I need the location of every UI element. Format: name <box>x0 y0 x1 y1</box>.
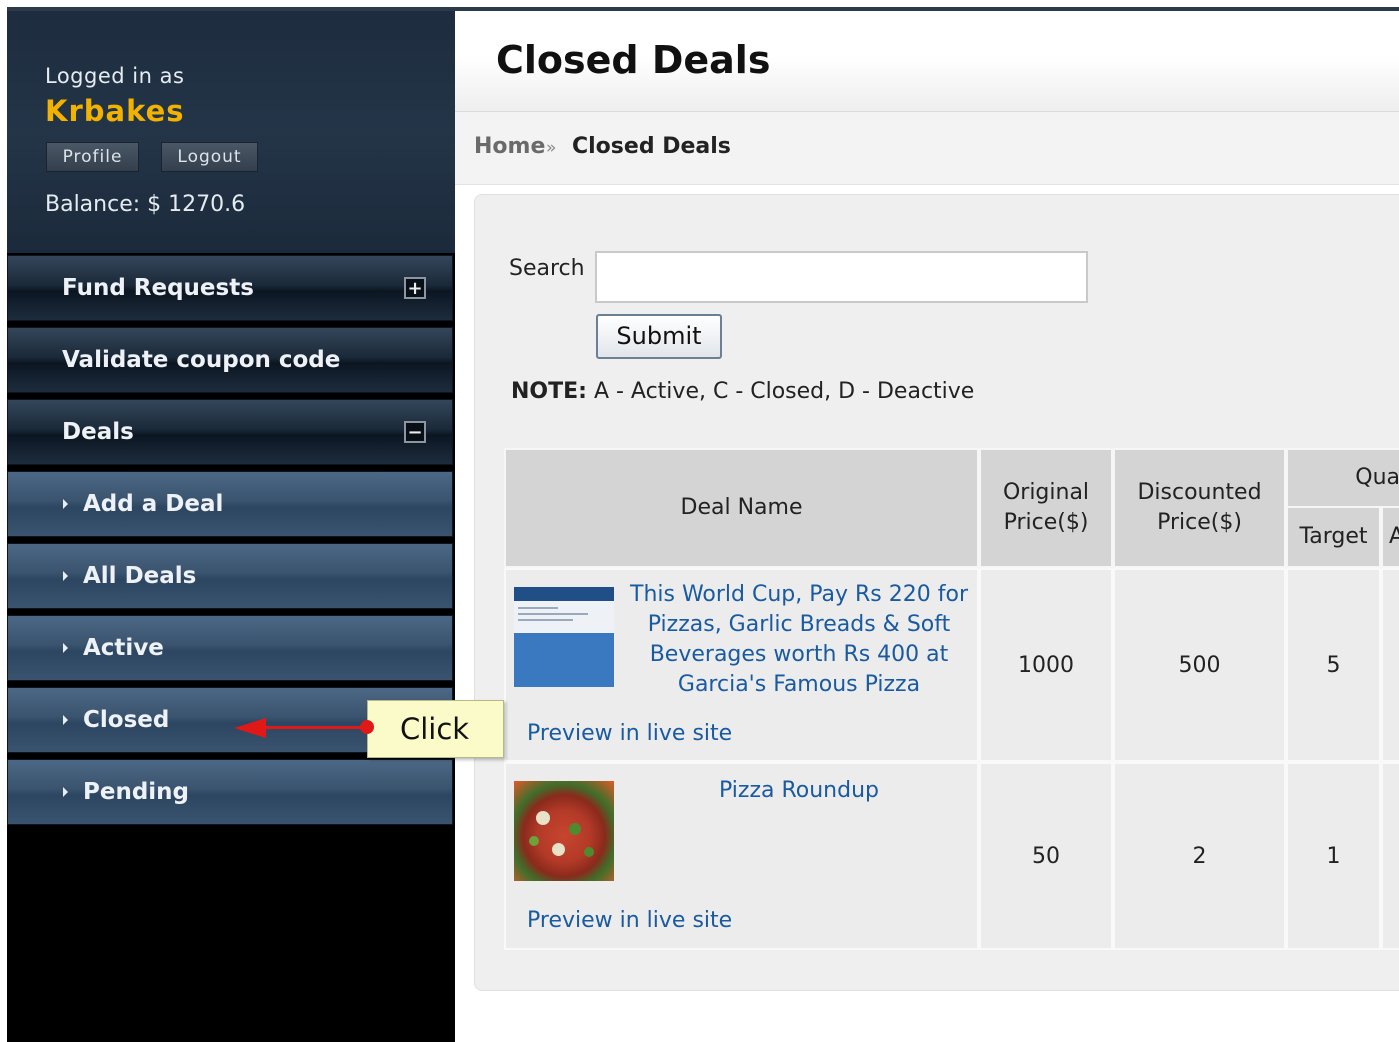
note-prefix: NOTE: <box>511 379 587 404</box>
caret-right-icon <box>63 499 68 509</box>
thumb-header <box>514 587 614 601</box>
header-target: Target <box>1286 506 1381 568</box>
click-callout: Click <box>367 700 504 758</box>
deals-table: Deal Name Original Price($) Discounted P… <box>504 448 1399 950</box>
header-next-column: A <box>1381 506 1399 568</box>
deal-title-link[interactable]: This World Cup, Pay Rs 220 for Pizzas, G… <box>622 580 976 700</box>
menu-fund-requests[interactable]: Fund Requests + <box>7 255 453 321</box>
menu-deals[interactable]: Deals − <box>7 399 453 465</box>
thumb-topping <box>569 823 581 835</box>
table-row-1-target: 5 <box>1286 568 1381 762</box>
thumb-line <box>518 607 558 609</box>
header-discounted-price: Discounted Price($) <box>1113 448 1286 568</box>
table-row-2-next <box>1381 762 1399 950</box>
page-title: Closed Deals <box>496 38 771 82</box>
header-line: Original <box>1002 480 1090 505</box>
status-note: NOTE: A - Active, C - Closed, D - Deacti… <box>511 379 974 404</box>
table-row-1-discounted: 500 <box>1113 568 1286 762</box>
header-line: Discounted <box>1137 480 1262 505</box>
deal-title-line: Garcia's Famous Pizza <box>677 672 921 697</box>
table-row-2-deal: Pizza Roundup Preview in live site <box>504 762 979 950</box>
deal-title-line: Beverages worth Rs 400 at <box>649 642 949 667</box>
header-line: Price($) <box>1157 510 1242 535</box>
submenu-all-deals[interactable]: All Deals <box>7 543 453 609</box>
thumb-topping <box>536 811 550 825</box>
header-quantity: Qua <box>1286 448 1399 508</box>
caret-right-icon <box>63 571 68 581</box>
caret-right-icon <box>63 787 68 797</box>
menu-label: Validate coupon code <box>62 347 341 373</box>
balance: Balance: $ 1270.6 <box>45 192 246 217</box>
breadcrumb-current: Closed Deals <box>572 134 731 159</box>
submenu-label: Pending <box>83 779 190 805</box>
submenu-pending[interactable]: Pending <box>7 759 453 825</box>
logout-button[interactable]: Logout <box>161 142 258 172</box>
breadcrumb-separator: » <box>546 138 557 158</box>
table-row-1-next <box>1381 568 1399 762</box>
profile-button[interactable]: Profile <box>46 142 139 172</box>
breadcrumb: Home » Closed Deals <box>455 112 1399 185</box>
table-row-1-deal: This World Cup, Pay Rs 220 for Pizzas, G… <box>504 568 979 762</box>
collapse-icon[interactable]: − <box>404 421 426 443</box>
caret-right-icon <box>63 715 68 725</box>
deal-thumbnail[interactable] <box>514 781 614 881</box>
deal-title-link[interactable]: Pizza Roundup <box>622 776 976 806</box>
search-input[interactable] <box>595 251 1088 303</box>
sidebar: Logged in as Krbakes Profile Logout Bala… <box>7 11 455 1042</box>
thumb-topping <box>552 843 565 856</box>
submenu-add-deal[interactable]: Add a Deal <box>7 471 453 537</box>
expand-icon[interactable]: + <box>404 277 426 299</box>
breadcrumb-home-link[interactable]: Home <box>474 134 545 159</box>
callout-dot-icon <box>360 720 374 734</box>
preview-link[interactable]: Preview in live site <box>527 721 732 746</box>
thumb-topping <box>529 836 539 846</box>
menu-validate-coupon[interactable]: Validate coupon code <box>7 327 453 393</box>
preview-link[interactable]: Preview in live site <box>527 908 732 933</box>
submenu-active[interactable]: Active <box>7 615 453 681</box>
note-text: A - Active, C - Closed, D - Deactive <box>586 379 975 404</box>
submenu-label: All Deals <box>83 563 197 589</box>
callout-arrow-head-icon <box>234 718 266 738</box>
header-deal-name: Deal Name <box>504 448 979 568</box>
header-line: Price($) <box>1003 510 1089 535</box>
menu-label: Fund Requests <box>62 275 254 301</box>
submenu-label: Closed <box>83 707 170 733</box>
deal-title-line: Pizza Roundup <box>719 778 879 803</box>
header-original-price: Original Price($) <box>979 448 1113 568</box>
logged-in-label: Logged in as <box>45 64 185 88</box>
deal-title-line: Pizzas, Garlic Breads & Soft <box>647 612 951 637</box>
table-row-2-original: 50 <box>979 762 1113 950</box>
thumb-line <box>518 619 573 621</box>
submenu-label: Active <box>83 635 164 661</box>
thumb-topping <box>584 847 594 857</box>
caret-right-icon <box>63 643 68 653</box>
search-label: Search <box>509 256 585 281</box>
thumb-page <box>514 601 614 633</box>
table-row-2-target: 1 <box>1286 762 1381 950</box>
menu-label: Deals <box>62 419 134 445</box>
submit-button[interactable]: Submit <box>596 314 722 359</box>
username: Krbakes <box>45 94 185 128</box>
deal-thumbnail[interactable] <box>514 587 614 687</box>
callout-arrow-line <box>262 726 368 729</box>
table-row-1-original: 1000 <box>979 568 1113 762</box>
deal-title-line: This World Cup, Pay Rs 220 for <box>630 582 968 607</box>
user-panel: Logged in as Krbakes Profile Logout Bala… <box>7 11 455 253</box>
submenu-label: Add a Deal <box>83 491 224 517</box>
table-row-2-discounted: 2 <box>1113 762 1286 950</box>
thumb-line <box>518 613 588 615</box>
page-header: Closed Deals <box>455 11 1399 112</box>
